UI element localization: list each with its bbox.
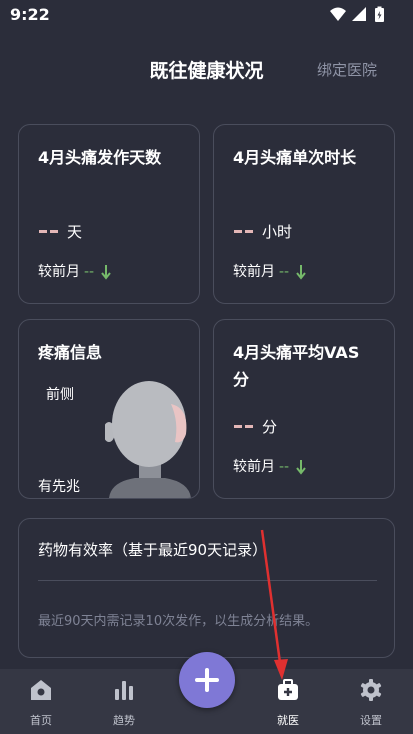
arrow-down-icon bbox=[295, 265, 306, 280]
medication-hint: 最近90天内需记录10次发作，以生成分析结果。 bbox=[38, 614, 319, 629]
plus-icon bbox=[195, 668, 219, 692]
empty-value-dash bbox=[245, 425, 253, 428]
unit-label: 小时 bbox=[262, 223, 293, 241]
wifi-icon bbox=[330, 7, 346, 21]
tab-home[interactable]: 首页 bbox=[6, 669, 76, 734]
tab-label: 设置 bbox=[360, 714, 382, 727]
pain-location-label: 前侧 bbox=[46, 387, 74, 403]
card-title-line2: 分 bbox=[233, 370, 250, 389]
tab-settings[interactable]: 设置 bbox=[336, 669, 406, 734]
empty-value-dash bbox=[39, 230, 47, 233]
status-time: 9:22 bbox=[10, 5, 50, 24]
add-record-button[interactable] bbox=[179, 652, 235, 708]
aura-label: 有先兆 bbox=[38, 479, 80, 495]
medication-title: 药物有效率（基于最近90天记录） bbox=[38, 541, 268, 559]
compare-label: 较前月 bbox=[233, 264, 275, 280]
medication-effectiveness-card[interactable]: 药物有效率（基于最近90天记录） 最近90天内需记录10次发作，以生成分析结果。 bbox=[18, 518, 395, 658]
battery-icon bbox=[375, 6, 384, 22]
medical-kit-icon bbox=[278, 679, 298, 700]
cellular-signal-icon bbox=[352, 7, 366, 21]
tab-label: 首页 bbox=[30, 714, 52, 727]
empty-value-dash bbox=[245, 230, 253, 233]
pain-info-card[interactable]: 疼痛信息 前侧 有先兆 bbox=[18, 319, 200, 499]
card-title: 疼痛信息 bbox=[38, 343, 103, 362]
value-row: 小时 bbox=[234, 221, 292, 242]
home-icon bbox=[31, 680, 51, 700]
bind-hospital-link[interactable]: 绑定医院 bbox=[317, 59, 377, 80]
compare-value: -- bbox=[279, 264, 290, 280]
unit-label: 天 bbox=[67, 223, 83, 241]
vas-card[interactable]: 4月头痛平均VAS 分 分 较前月 -- bbox=[213, 319, 395, 499]
card-title-line1: 4月头痛平均VAS bbox=[233, 343, 360, 362]
status-icons bbox=[330, 6, 384, 22]
compare-value: -- bbox=[84, 264, 95, 280]
empty-value-dash bbox=[234, 230, 242, 233]
unit-label: 分 bbox=[262, 418, 278, 436]
compare-row: 较前月 -- bbox=[38, 261, 111, 281]
tab-label: 趋势 bbox=[113, 714, 135, 727]
arrow-down-icon bbox=[295, 460, 306, 475]
arrow-down-icon bbox=[100, 265, 111, 280]
value-row: 分 bbox=[234, 416, 277, 437]
tab-medical[interactable]: 就医 bbox=[253, 669, 323, 734]
compare-row: 较前月 -- bbox=[233, 456, 306, 476]
gear-icon bbox=[360, 679, 382, 701]
empty-value-dash bbox=[234, 425, 242, 428]
bar-chart-icon bbox=[115, 681, 133, 700]
value-row: 天 bbox=[39, 221, 82, 242]
card-title: 4月头痛发作天数 bbox=[38, 148, 162, 167]
compare-label: 较前月 bbox=[233, 459, 275, 475]
tab-label: 就医 bbox=[277, 714, 299, 727]
status-bar: 9:22 bbox=[0, 0, 413, 30]
head-illustration bbox=[105, 381, 191, 498]
tab-trends[interactable]: 趋势 bbox=[89, 669, 159, 734]
headache-duration-card[interactable]: 4月头痛单次时长 小时 较前月 -- bbox=[213, 124, 395, 304]
compare-label: 较前月 bbox=[38, 264, 80, 280]
compare-row: 较前月 -- bbox=[233, 261, 306, 281]
divider bbox=[38, 580, 377, 581]
card-title: 4月头痛单次时长 bbox=[233, 148, 357, 167]
headache-days-card[interactable]: 4月头痛发作天数 天 较前月 -- bbox=[18, 124, 200, 304]
compare-value: -- bbox=[279, 459, 290, 475]
empty-value-dash bbox=[50, 230, 58, 233]
